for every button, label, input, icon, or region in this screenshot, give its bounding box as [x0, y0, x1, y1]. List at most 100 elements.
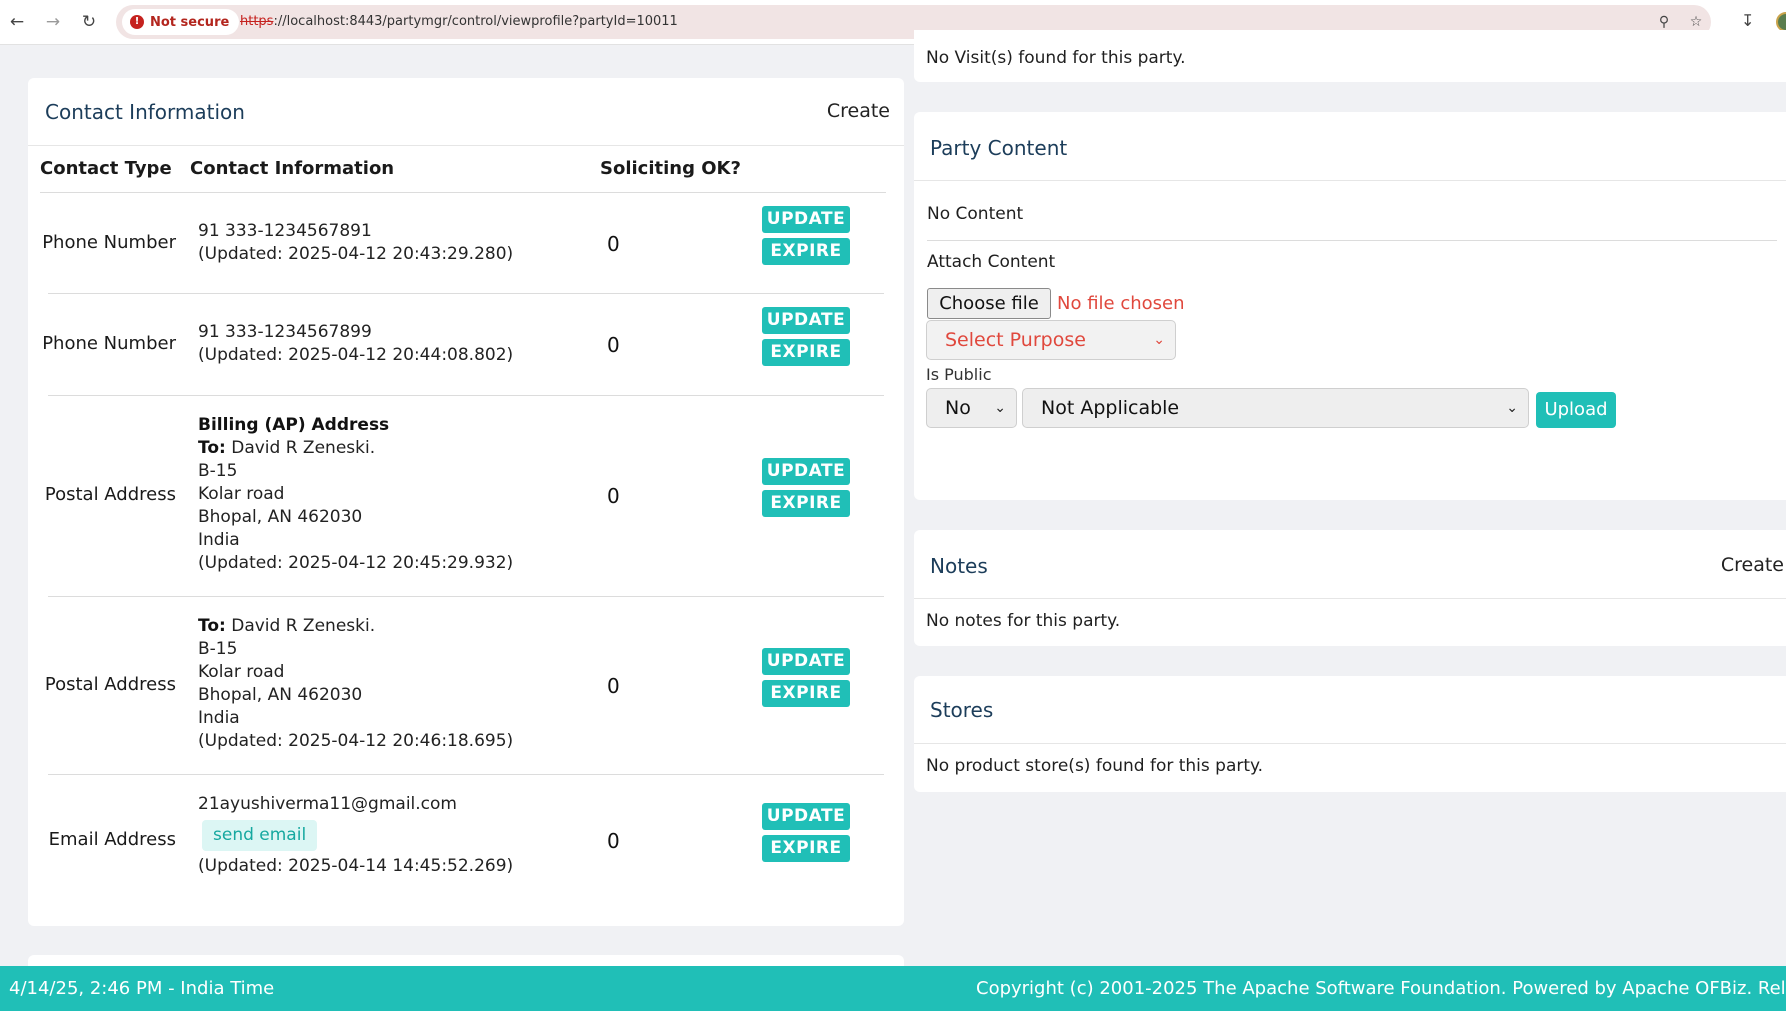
contact-type-cell: Phone Number [42, 232, 176, 253]
updated-timestamp: (Updated: 2025-04-14 14:45:52.269) [198, 856, 514, 876]
row-divider [48, 596, 884, 597]
address-purpose: Billing (AP) Address [198, 415, 390, 435]
header-divider [28, 145, 904, 146]
contact-info-cell: 21ayushiverma11@gmail.com send email (Up… [198, 793, 513, 878]
party-content-panel: Party Content No Content Attach Content … [914, 112, 1786, 500]
footer-copyright: Copyright (c) 2001-2025 The Apache Softw… [976, 978, 1786, 999]
chevron-down-icon: ⌄ [994, 400, 1006, 416]
header-divider [914, 743, 1786, 744]
contact-info-cell: 91 333-1234567891 (Updated: 2025-04-12 2… [198, 220, 513, 266]
expire-button[interactable]: EXPIRE [762, 835, 850, 862]
expire-button[interactable]: EXPIRE [762, 238, 850, 265]
row-divider [48, 395, 884, 396]
purpose-select[interactable]: Select Purpose ⌄ [926, 320, 1176, 360]
expire-button[interactable]: EXPIRE [762, 490, 850, 517]
choose-file-button[interactable]: Choose file [927, 288, 1051, 319]
address-to-line: To: David R Zeneski. [198, 616, 376, 636]
stores-empty-text: No product store(s) found for this party… [926, 756, 1264, 776]
table-divider [40, 192, 886, 193]
address-line: Bhopal, AN 462030 [198, 685, 363, 705]
contact-type-cell: Phone Number [42, 333, 176, 354]
is-public-select-value: No [945, 397, 971, 419]
url-scheme: https [240, 14, 274, 29]
soliciting-cell: 0 [607, 484, 620, 508]
update-button[interactable]: UPDATE [762, 307, 850, 334]
is-public-label: Is Public [926, 365, 992, 384]
soliciting-cell: 0 [607, 674, 620, 698]
panel-title: Party Content [930, 136, 1068, 160]
visits-panel: No Visit(s) found for this party. [914, 30, 1786, 82]
row-divider [48, 774, 884, 775]
purpose-select-value: Select Purpose [945, 329, 1086, 351]
download-icon[interactable]: ↧ [1741, 11, 1754, 30]
visits-empty-text: No Visit(s) found for this party. [926, 48, 1186, 68]
panel-title: Notes [930, 554, 988, 578]
updated-timestamp: (Updated: 2025-04-12 20:46:18.695) [198, 731, 514, 751]
contact-type-cell: Postal Address [44, 674, 176, 695]
no-content-text: No Content [927, 204, 1024, 224]
expire-button[interactable]: EXPIRE [762, 339, 850, 366]
updated-timestamp: (Updated: 2025-04-12 20:43:29.280) [198, 244, 514, 264]
row-divider [48, 293, 884, 294]
update-button[interactable]: UPDATE [762, 803, 850, 830]
contact-info-cell: Billing (AP) Address To: David R Zeneski… [198, 414, 513, 575]
address-line: Kolar road [198, 484, 285, 504]
role-type-select[interactable]: Not Applicable ⌄ [1022, 388, 1529, 428]
forward-arrow-icon[interactable]: → [42, 11, 64, 33]
updated-timestamp: (Updated: 2025-04-12 20:45:29.932) [198, 553, 514, 573]
footer: 4/14/25, 2:46 PM - India Time Copyright … [0, 966, 1786, 1011]
footer-timestamp: 4/14/25, 2:46 PM - India Time [9, 978, 275, 999]
header-divider [914, 598, 1786, 599]
email-address: 21ayushiverma11@gmail.com [198, 794, 457, 814]
url-path: ://localhost:8443/partymgr/control/viewp… [273, 14, 678, 29]
notes-panel: Notes Create No notes for this party. [914, 530, 1786, 646]
phone-number: 91 333-1234567891 [198, 221, 372, 241]
security-chip[interactable]: ! Not secure [122, 9, 240, 35]
soliciting-cell: 0 [607, 333, 620, 357]
security-label: Not secure [150, 14, 230, 30]
address-line: India [198, 530, 240, 550]
update-button[interactable]: UPDATE [762, 648, 850, 675]
panel-title: Contact Information [45, 100, 245, 124]
url-text[interactable]: https://localhost:8443/partymgr/control/… [240, 14, 678, 29]
is-public-select[interactable]: No ⌄ [926, 388, 1017, 428]
upload-button[interactable]: Upload [1536, 392, 1616, 428]
create-contact-link[interactable]: Create [827, 100, 890, 122]
contact-info-cell: 91 333-1234567899 (Updated: 2025-04-12 2… [198, 321, 513, 367]
soliciting-cell: 0 [607, 829, 620, 853]
phone-number: 91 333-1234567899 [198, 322, 372, 342]
column-header-contact-type: Contact Type [40, 158, 172, 179]
address-to-line: To: David R Zeneski. [198, 438, 376, 458]
address-line: Kolar road [198, 662, 285, 682]
chevron-down-icon: ⌄ [1153, 332, 1165, 348]
contact-info-cell: To: David R Zeneski. B-15 Kolar road Bho… [198, 615, 513, 753]
zoom-icon[interactable]: ⚲ [1655, 13, 1673, 31]
chevron-down-icon: ⌄ [1506, 400, 1518, 416]
contact-information-panel: Contact Information Create Contact Type … [28, 78, 904, 926]
contact-type-cell: Email Address [48, 829, 176, 850]
update-button[interactable]: UPDATE [762, 206, 850, 233]
contact-type-cell: Postal Address [44, 484, 176, 505]
panel-title: Stores [930, 698, 994, 722]
updated-timestamp: (Updated: 2025-04-12 20:44:08.802) [198, 345, 514, 365]
warning-icon: ! [130, 15, 144, 29]
column-header-soliciting: Soliciting OK? [600, 158, 741, 179]
bookmark-star-icon[interactable]: ☆ [1687, 13, 1705, 31]
header-divider [914, 180, 1786, 181]
role-type-select-value: Not Applicable [1041, 397, 1180, 419]
address-line: Bhopal, AN 462030 [198, 507, 363, 527]
notes-empty-text: No notes for this party. [926, 611, 1121, 631]
profile-avatar-icon[interactable] [1776, 12, 1786, 32]
update-button[interactable]: UPDATE [762, 458, 850, 485]
create-note-link[interactable]: Create [1721, 554, 1784, 576]
expire-button[interactable]: EXPIRE [762, 680, 850, 707]
stores-panel: Stores No product store(s) found for thi… [914, 676, 1786, 792]
attach-content-label: Attach Content [927, 252, 1056, 272]
address-line: India [198, 708, 240, 728]
address-line: B-15 [198, 461, 238, 481]
back-arrow-icon[interactable]: ← [6, 11, 28, 33]
reload-icon[interactable]: ↻ [78, 11, 100, 33]
soliciting-cell: 0 [607, 232, 620, 256]
file-status-text: No file chosen [1057, 293, 1185, 314]
send-email-button[interactable]: send email [202, 820, 318, 851]
